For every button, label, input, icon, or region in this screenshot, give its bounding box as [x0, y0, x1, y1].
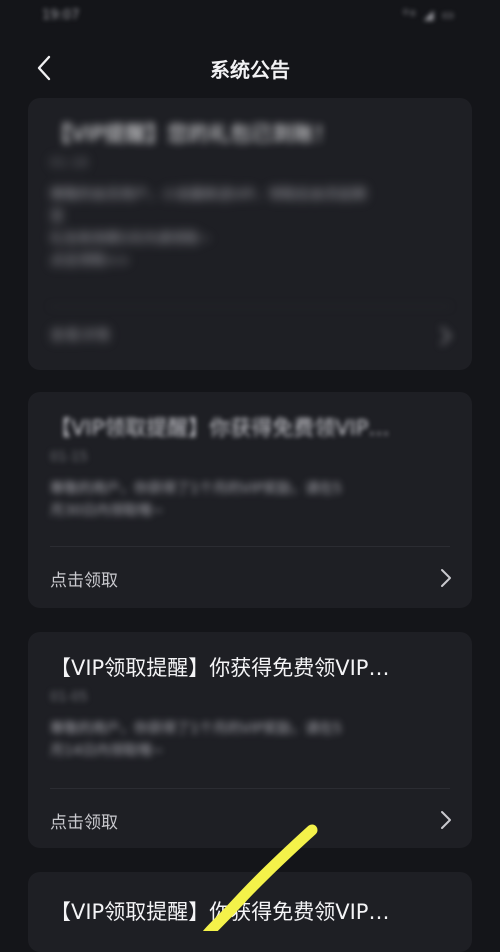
chevron-right-icon [440, 810, 452, 830]
page-title: 系统公告 [210, 58, 290, 82]
announcement-date: 01-18 [50, 156, 88, 171]
announcement-body: 尊敬的用户，你获得了1个月的VIP奖励，请在5 月30日内领取哦~ [50, 481, 342, 519]
announcement-title: 【VIP提醒】您的礼包已到账！ [50, 122, 336, 146]
card-divider [50, 788, 450, 789]
announcement-card[interactable]: 【VIP领取提醒】你获得免费领VIP… 01-15 尊敬的用户，你获得了1个月的… [28, 392, 472, 608]
announcement-title: 【VIP领取提醒】你获得免费领VIP… [50, 900, 390, 924]
announcement-body: 尊敬的会员用户，小说最新送VIP，领取后会员延期 至 礼包有效期3天内请领取~ … [50, 187, 367, 269]
card-divider [50, 306, 450, 307]
announcement-date: 01-15 [50, 450, 88, 465]
announcement-body: 尊敬的用户，你获得了1个月的VIP奖励，请在5 月14日内领取哦~ [50, 721, 342, 759]
claim-link[interactable]: 点击领取 [50, 566, 118, 591]
card-divider [50, 546, 450, 547]
status-bar: 19:07 ⁰ᵍ ◢ ▭ [0, 0, 500, 36]
view-details-link[interactable]: 查看详情 [50, 324, 110, 345]
announcement-title: 【VIP领取提醒】你获得免费领VIP… [50, 416, 390, 440]
announcement-card[interactable]: 【VIP提醒】您的礼包已到账！ 01-18 尊敬的会员用户，小说最新送VIP，领… [28, 98, 472, 370]
announcement-date: 01-05 [50, 690, 88, 705]
chevron-right-icon [440, 326, 452, 346]
status-icons: ⁰ᵍ ◢ ▭ [402, 8, 456, 23]
claim-link[interactable]: 点击领取 [50, 808, 118, 833]
status-time: 19:07 [42, 8, 80, 23]
chevron-right-icon [440, 568, 452, 588]
nav-bar: 系统公告 [0, 40, 500, 96]
announcement-card[interactable]: 【VIP领取提醒】你获得免费领VIP… 01-05 尊敬的用户，你获得了1个月的… [28, 632, 472, 848]
announcement-card[interactable]: 【VIP领取提醒】你获得免费领VIP… [28, 872, 472, 952]
announcement-title: 【VIP领取提醒】你获得免费领VIP… [50, 656, 390, 680]
